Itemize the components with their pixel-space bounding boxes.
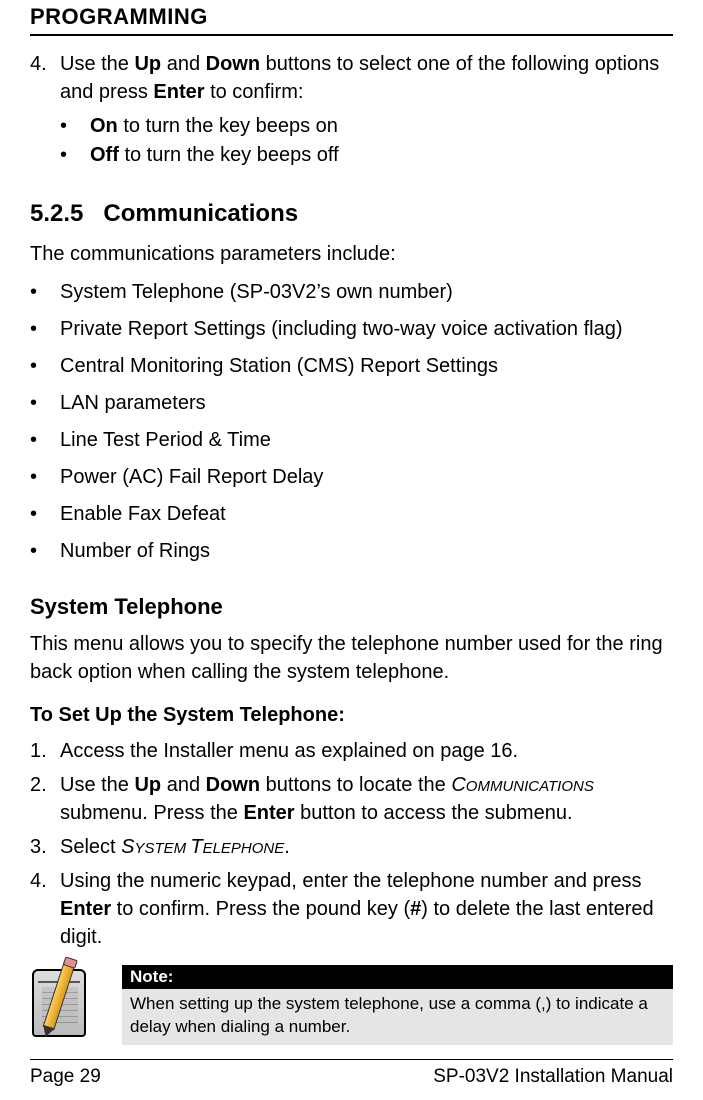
note-block: Note: When setting up the system telepho… — [30, 965, 673, 1045]
bold-enter: Enter — [153, 81, 204, 103]
step-body: Access the Installer menu as explained o… — [60, 737, 673, 765]
bold-up: Up — [134, 53, 161, 75]
bold-down: Down — [206, 53, 260, 75]
page-footer: Page 29 SP-03V2 Installation Manual — [30, 1059, 673, 1088]
text: to turn the key beeps off — [119, 144, 339, 166]
note-title: Note: — [122, 965, 673, 989]
page-header: PROGRAMMING — [30, 0, 673, 36]
list-item: Central Monitoring Station (CMS) Report … — [30, 352, 673, 381]
list-item: Enable Fax Defeat — [30, 500, 673, 529]
list-item-text: LAN parameters — [60, 389, 206, 418]
bullet-off: Off to turn the key beeps off — [60, 141, 673, 170]
bold-down: Down — [206, 774, 260, 796]
smallcap-cap: S — [121, 836, 134, 858]
smallcap-rest: ELEPHONE — [203, 840, 285, 857]
text: Use the — [60, 53, 134, 75]
setup-heading: To Set Up the System Telephone: — [30, 704, 673, 727]
notepad-pencil-icon — [30, 965, 110, 1040]
list-item: Private Report Settings (including two-w… — [30, 315, 673, 344]
smallcap-rest: OMMUNICATIONS — [466, 778, 594, 795]
bold-on: On — [90, 115, 118, 137]
step-4: 4. Use the Up and Down buttons to select… — [30, 50, 673, 106]
text: submenu. Press the — [60, 802, 243, 824]
text: Use the — [60, 774, 134, 796]
smallcap-cap: T — [190, 836, 202, 858]
on-off-bullets: On to turn the key beeps on Off to turn … — [30, 112, 673, 170]
setup-step-1: 1. Access the Installer menu as explaine… — [30, 737, 673, 765]
step-body: Select SYSTEM TELEPHONE. — [60, 833, 673, 861]
bullet-dot-icon — [30, 426, 60, 455]
bold-hash: # — [410, 898, 421, 920]
comm-bullet-list: System Telephone (SP-03V2’s own number) … — [30, 278, 673, 566]
bullet-dot-icon — [60, 112, 90, 141]
text: and — [161, 53, 205, 75]
list-item-text: Central Monitoring Station (CMS) Report … — [60, 352, 498, 381]
footer-left: Page 29 — [30, 1066, 101, 1088]
bullet-dot-icon — [30, 500, 60, 529]
bullet-dot-icon — [30, 389, 60, 418]
smallcap-rest: YSTEM — [135, 840, 191, 857]
list-item-text: Power (AC) Fail Report Delay — [60, 463, 323, 492]
bullet-dot-icon — [30, 278, 60, 307]
setup-step-3: 3. Select SYSTEM TELEPHONE. — [30, 833, 673, 861]
list-item: System Telephone (SP-03V2’s own number) — [30, 278, 673, 307]
bold-enter: Enter — [243, 802, 294, 824]
text: to confirm: — [205, 81, 304, 103]
smallcap-cap: C — [451, 774, 465, 796]
list-item-text: System Telephone (SP-03V2’s own number) — [60, 278, 453, 307]
list-item: LAN parameters — [30, 389, 673, 418]
setup-step-2: 2. Use the Up and Down buttons to locate… — [30, 771, 673, 827]
bold-enter: Enter — [60, 898, 111, 920]
footer-right: SP-03V2 Installation Manual — [433, 1066, 673, 1088]
note-panel: Note: When setting up the system telepho… — [122, 965, 673, 1045]
text: and — [161, 774, 205, 796]
setup-step-4: 4. Using the numeric keypad, enter the t… — [30, 867, 673, 951]
text: Using the numeric keypad, enter the tele… — [60, 870, 641, 892]
list-item: Line Test Period & Time — [30, 426, 673, 455]
bold-off: Off — [90, 144, 119, 166]
step-number: 4. — [30, 867, 60, 951]
bullet-dot-icon — [30, 537, 60, 566]
step-body: Use the Up and Down buttons to select on… — [60, 50, 673, 106]
bullet-on: On to turn the key beeps on — [60, 112, 673, 141]
section-title: Communications — [103, 200, 298, 227]
bullet-text: Off to turn the key beeps off — [90, 141, 339, 170]
bullet-dot-icon — [60, 141, 90, 170]
text: to turn the key beeps on — [118, 115, 338, 137]
bullet-dot-icon — [30, 352, 60, 381]
comm-intro: The communications parameters include: — [30, 240, 673, 268]
section-heading: 5.2.5 Communications — [30, 200, 673, 228]
list-item: Number of Rings — [30, 537, 673, 566]
text: button to access the submenu. — [295, 802, 573, 824]
list-item-text: Enable Fax Defeat — [60, 500, 226, 529]
text: . — [284, 836, 290, 858]
bold-up: Up — [134, 774, 161, 796]
step-number: 4. — [30, 50, 60, 106]
system-telephone-heading: System Telephone — [30, 594, 673, 620]
note-body: When setting up the system telephone, us… — [122, 989, 673, 1045]
list-item-text: Line Test Period & Time — [60, 426, 271, 455]
list-item-text: Number of Rings — [60, 537, 210, 566]
step-number: 2. — [30, 771, 60, 827]
bullet-dot-icon — [30, 315, 60, 344]
section-number: 5.2.5 — [30, 200, 83, 227]
list-item-text: Private Report Settings (including two-w… — [60, 315, 622, 344]
step-number: 1. — [30, 737, 60, 765]
text: buttons to locate the — [260, 774, 451, 796]
step-body: Using the numeric keypad, enter the tele… — [60, 867, 673, 951]
bullet-text: On to turn the key beeps on — [90, 112, 338, 141]
text: Select — [60, 836, 121, 858]
bullet-dot-icon — [30, 463, 60, 492]
step-number: 3. — [30, 833, 60, 861]
list-item: Power (AC) Fail Report Delay — [30, 463, 673, 492]
system-telephone-para: This menu allows you to specify the tele… — [30, 630, 673, 686]
text: to confirm. Press the pound key ( — [111, 898, 410, 920]
step-body: Use the Up and Down buttons to locate th… — [60, 771, 673, 827]
